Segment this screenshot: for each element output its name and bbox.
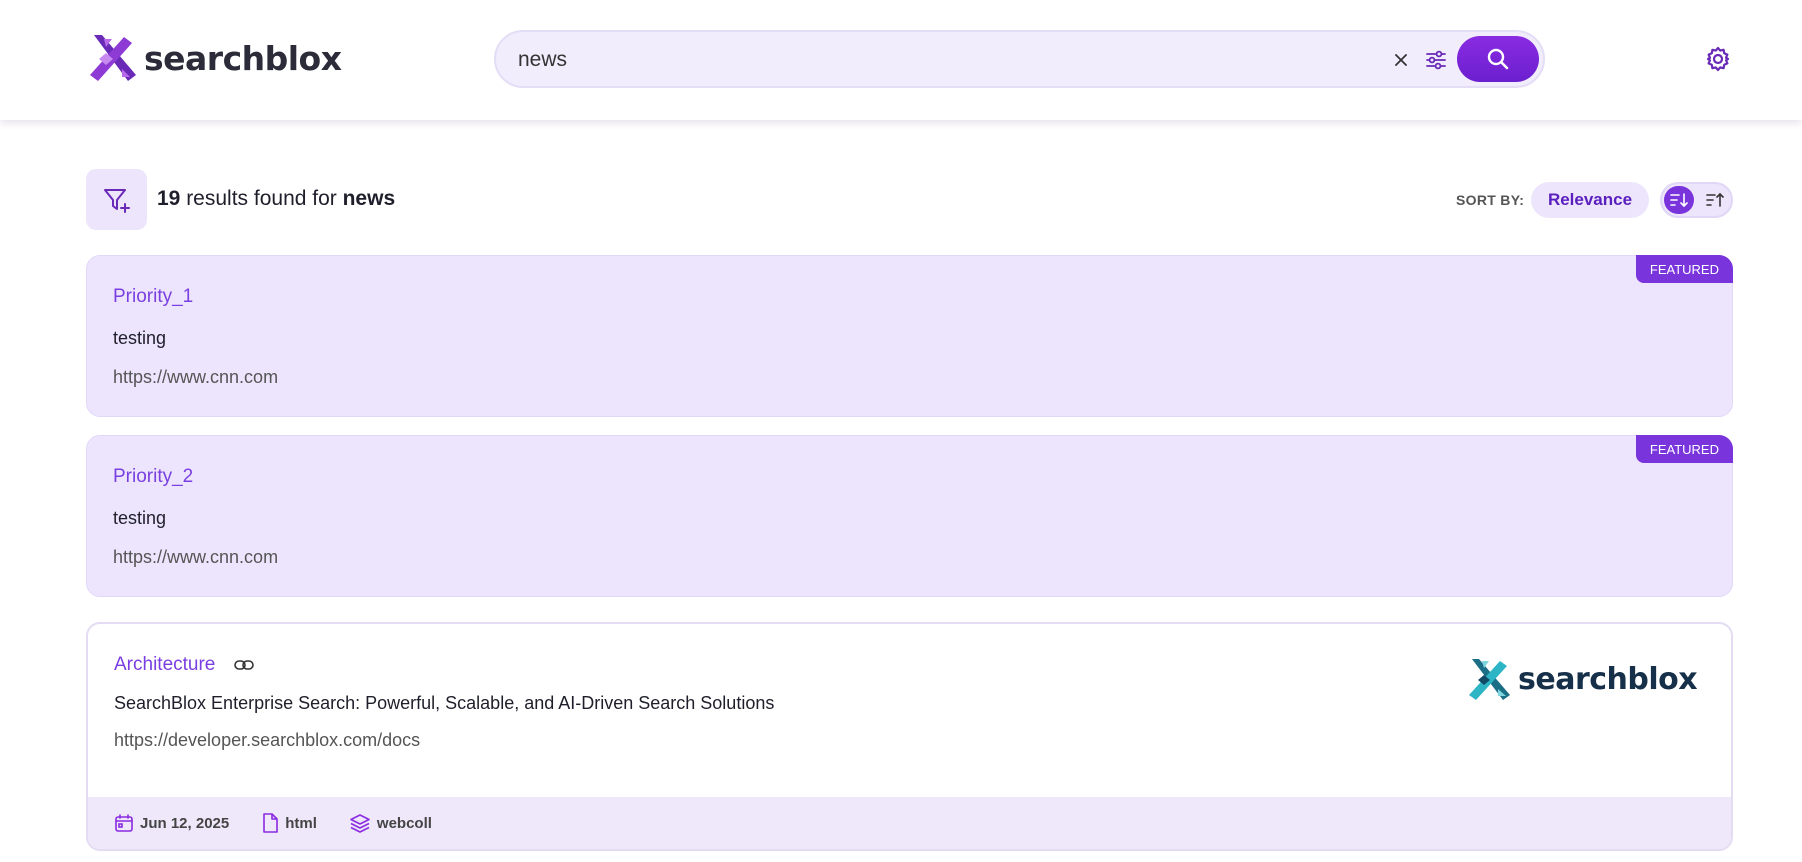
- searchblox-logo-mark-icon: [1469, 659, 1510, 700]
- sort-desc-icon: [1670, 193, 1688, 208]
- result-query: news: [342, 187, 396, 210]
- search-button[interactable]: [1457, 36, 1539, 82]
- settings-button[interactable]: [1702, 43, 1734, 75]
- result-card: FEATURED Priority_2 testing https://www.…: [86, 435, 1733, 597]
- result-count-number: 19: [157, 187, 181, 210]
- result-description: testing: [113, 328, 167, 348]
- result-card: FEATURED Priority_1 testing https://www.…: [86, 255, 1733, 417]
- meta-collection: webcoll: [349, 813, 432, 833]
- calendar-icon: [115, 814, 133, 832]
- result-url[interactable]: https://developer.searchblox.com/docs: [114, 730, 420, 751]
- result-description: testing: [113, 508, 167, 528]
- featured-badge: FEATURED: [1635, 435, 1733, 463]
- logo-text: searchblox: [144, 38, 342, 78]
- logo-mark-icon: [90, 35, 136, 81]
- result-description: SearchBlox Enterprise Search: Powerful, …: [114, 693, 775, 713]
- result-url[interactable]: https://www.cnn.com: [113, 367, 278, 388]
- featured-badge: FEATURED: [1635, 255, 1733, 283]
- thumbnail-logo-text: searchblox: [1518, 661, 1698, 697]
- result-title-link[interactable]: Priority_1: [113, 286, 193, 308]
- close-icon: [1395, 54, 1407, 66]
- meta-type-text: html: [285, 814, 317, 832]
- sort-asc-icon: [1706, 192, 1724, 207]
- search-bar: [494, 30, 1545, 88]
- result-meta-bar: Jun 12, 2025 html webcoll: [88, 797, 1731, 849]
- search-input[interactable]: [518, 45, 1338, 75]
- meta-date: Jun 12, 2025: [114, 813, 229, 833]
- result-title-link[interactable]: Architecture: [114, 654, 215, 676]
- file-icon: [263, 813, 279, 833]
- meta-date-text: Jun 12, 2025: [140, 814, 230, 832]
- toggle-filters-button[interactable]: [86, 169, 147, 230]
- layers-icon: [350, 814, 370, 833]
- sort-label: SORT BY:: [1456, 192, 1525, 208]
- result-thumbnail[interactable]: searchblox: [1466, 654, 1698, 704]
- result-title-link[interactable]: Priority_2: [113, 466, 193, 488]
- sort-descending-button[interactable]: [1664, 186, 1694, 214]
- filter-sliders-icon: [1426, 50, 1446, 70]
- meta-collection-text: webcoll: [376, 814, 432, 832]
- search-options-button[interactable]: [1420, 44, 1452, 76]
- search-icon: [1487, 48, 1509, 70]
- gear-icon: [1706, 46, 1730, 72]
- top-header: searchblox: [0, 0, 1802, 120]
- sort-ascending-button[interactable]: [1700, 186, 1730, 214]
- meta-type: html: [261, 813, 317, 833]
- result-count-middle: results found for: [180, 187, 343, 210]
- link-icon[interactable]: [234, 658, 254, 672]
- result-url[interactable]: https://www.cnn.com: [113, 547, 278, 568]
- sort-select[interactable]: Relevance: [1531, 182, 1649, 218]
- result-card: Architecture SearchBlox Enterprise Searc…: [86, 622, 1733, 851]
- clear-search-button[interactable]: [1386, 45, 1416, 75]
- filter-add-icon: [103, 188, 130, 213]
- sort-order-toggle: [1660, 182, 1733, 218]
- searchblox-logo[interactable]: searchblox: [86, 31, 342, 85]
- result-count-text: 19 results found for news: [157, 187, 395, 211]
